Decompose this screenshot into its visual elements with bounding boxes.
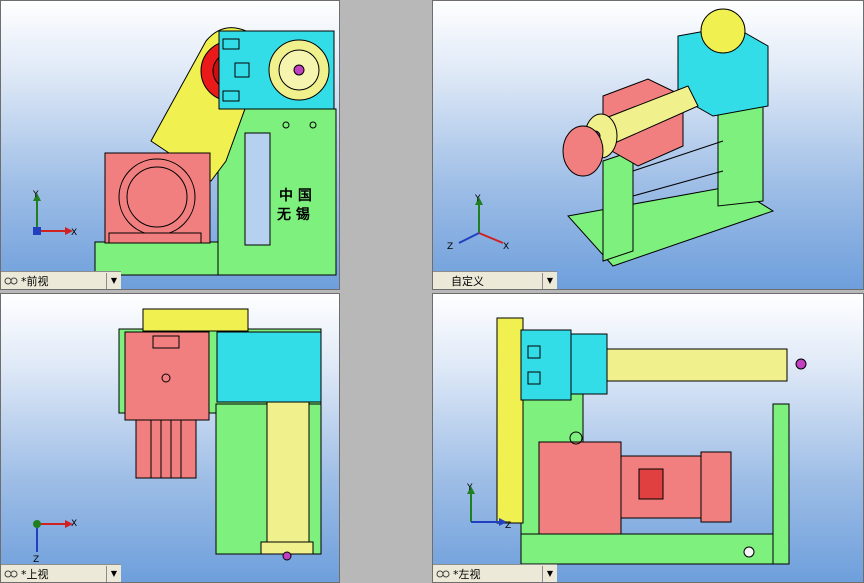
axis-z-label: Z [447, 242, 453, 251]
axis-triad-icon: Y X Z [447, 194, 509, 251]
glasses-icon [436, 570, 450, 577]
viewport-custom[interactable]: Y X Z 自定义 ▼ [432, 0, 864, 290]
axis-triad-icon: X Z [33, 519, 77, 564]
axis-x-label: X [503, 242, 509, 251]
glasses-icon [4, 570, 18, 577]
view-name-left: *左视 [453, 567, 481, 581]
brand-text-line2: 无 锡 [277, 207, 310, 223]
view-name-top: *上视 [21, 567, 49, 581]
view-name-front: *前视 [21, 274, 49, 288]
chevron-down-icon[interactable]: ▼ [542, 565, 557, 582]
viewport-left[interactable]: Y Z *左视 ▼ [432, 293, 864, 583]
axis-y-label: Y [466, 483, 473, 493]
axis-x-label: X [71, 228, 77, 237]
axis-x-label: X [71, 519, 77, 529]
axis-y-label: Y [474, 194, 481, 204]
view-selector-top[interactable]: *上视 ▼ [1, 564, 121, 582]
chevron-down-icon[interactable]: ▼ [106, 272, 121, 289]
chevron-down-icon[interactable]: ▼ [106, 565, 121, 582]
viewport-top[interactable]: X Z *上视 ▼ [0, 293, 340, 583]
chevron-down-icon[interactable]: ▼ [542, 272, 557, 289]
axis-y-label: Y [32, 190, 39, 200]
left-view-model [496, 317, 807, 565]
view-selector-custom[interactable]: 自定义 ▼ [433, 271, 557, 289]
view-name-custom: 自定义 [451, 274, 484, 288]
axis-z-label: Z [33, 555, 39, 564]
view-selector-left[interactable]: *左视 ▼ [433, 564, 557, 582]
viewport-front[interactable]: 中 国 无 锡 Y X *前视 ▼ [0, 0, 340, 290]
axis-triad-icon: Y X [32, 190, 77, 237]
glasses-icon [4, 277, 18, 284]
axis-triad-icon: Y Z [466, 483, 511, 530]
axis-z-label: Z [505, 521, 511, 530]
view-selector-front[interactable]: *前视 ▼ [1, 271, 121, 289]
brand-text-line1: 中 国 [279, 188, 312, 204]
front-view-model [94, 27, 337, 276]
